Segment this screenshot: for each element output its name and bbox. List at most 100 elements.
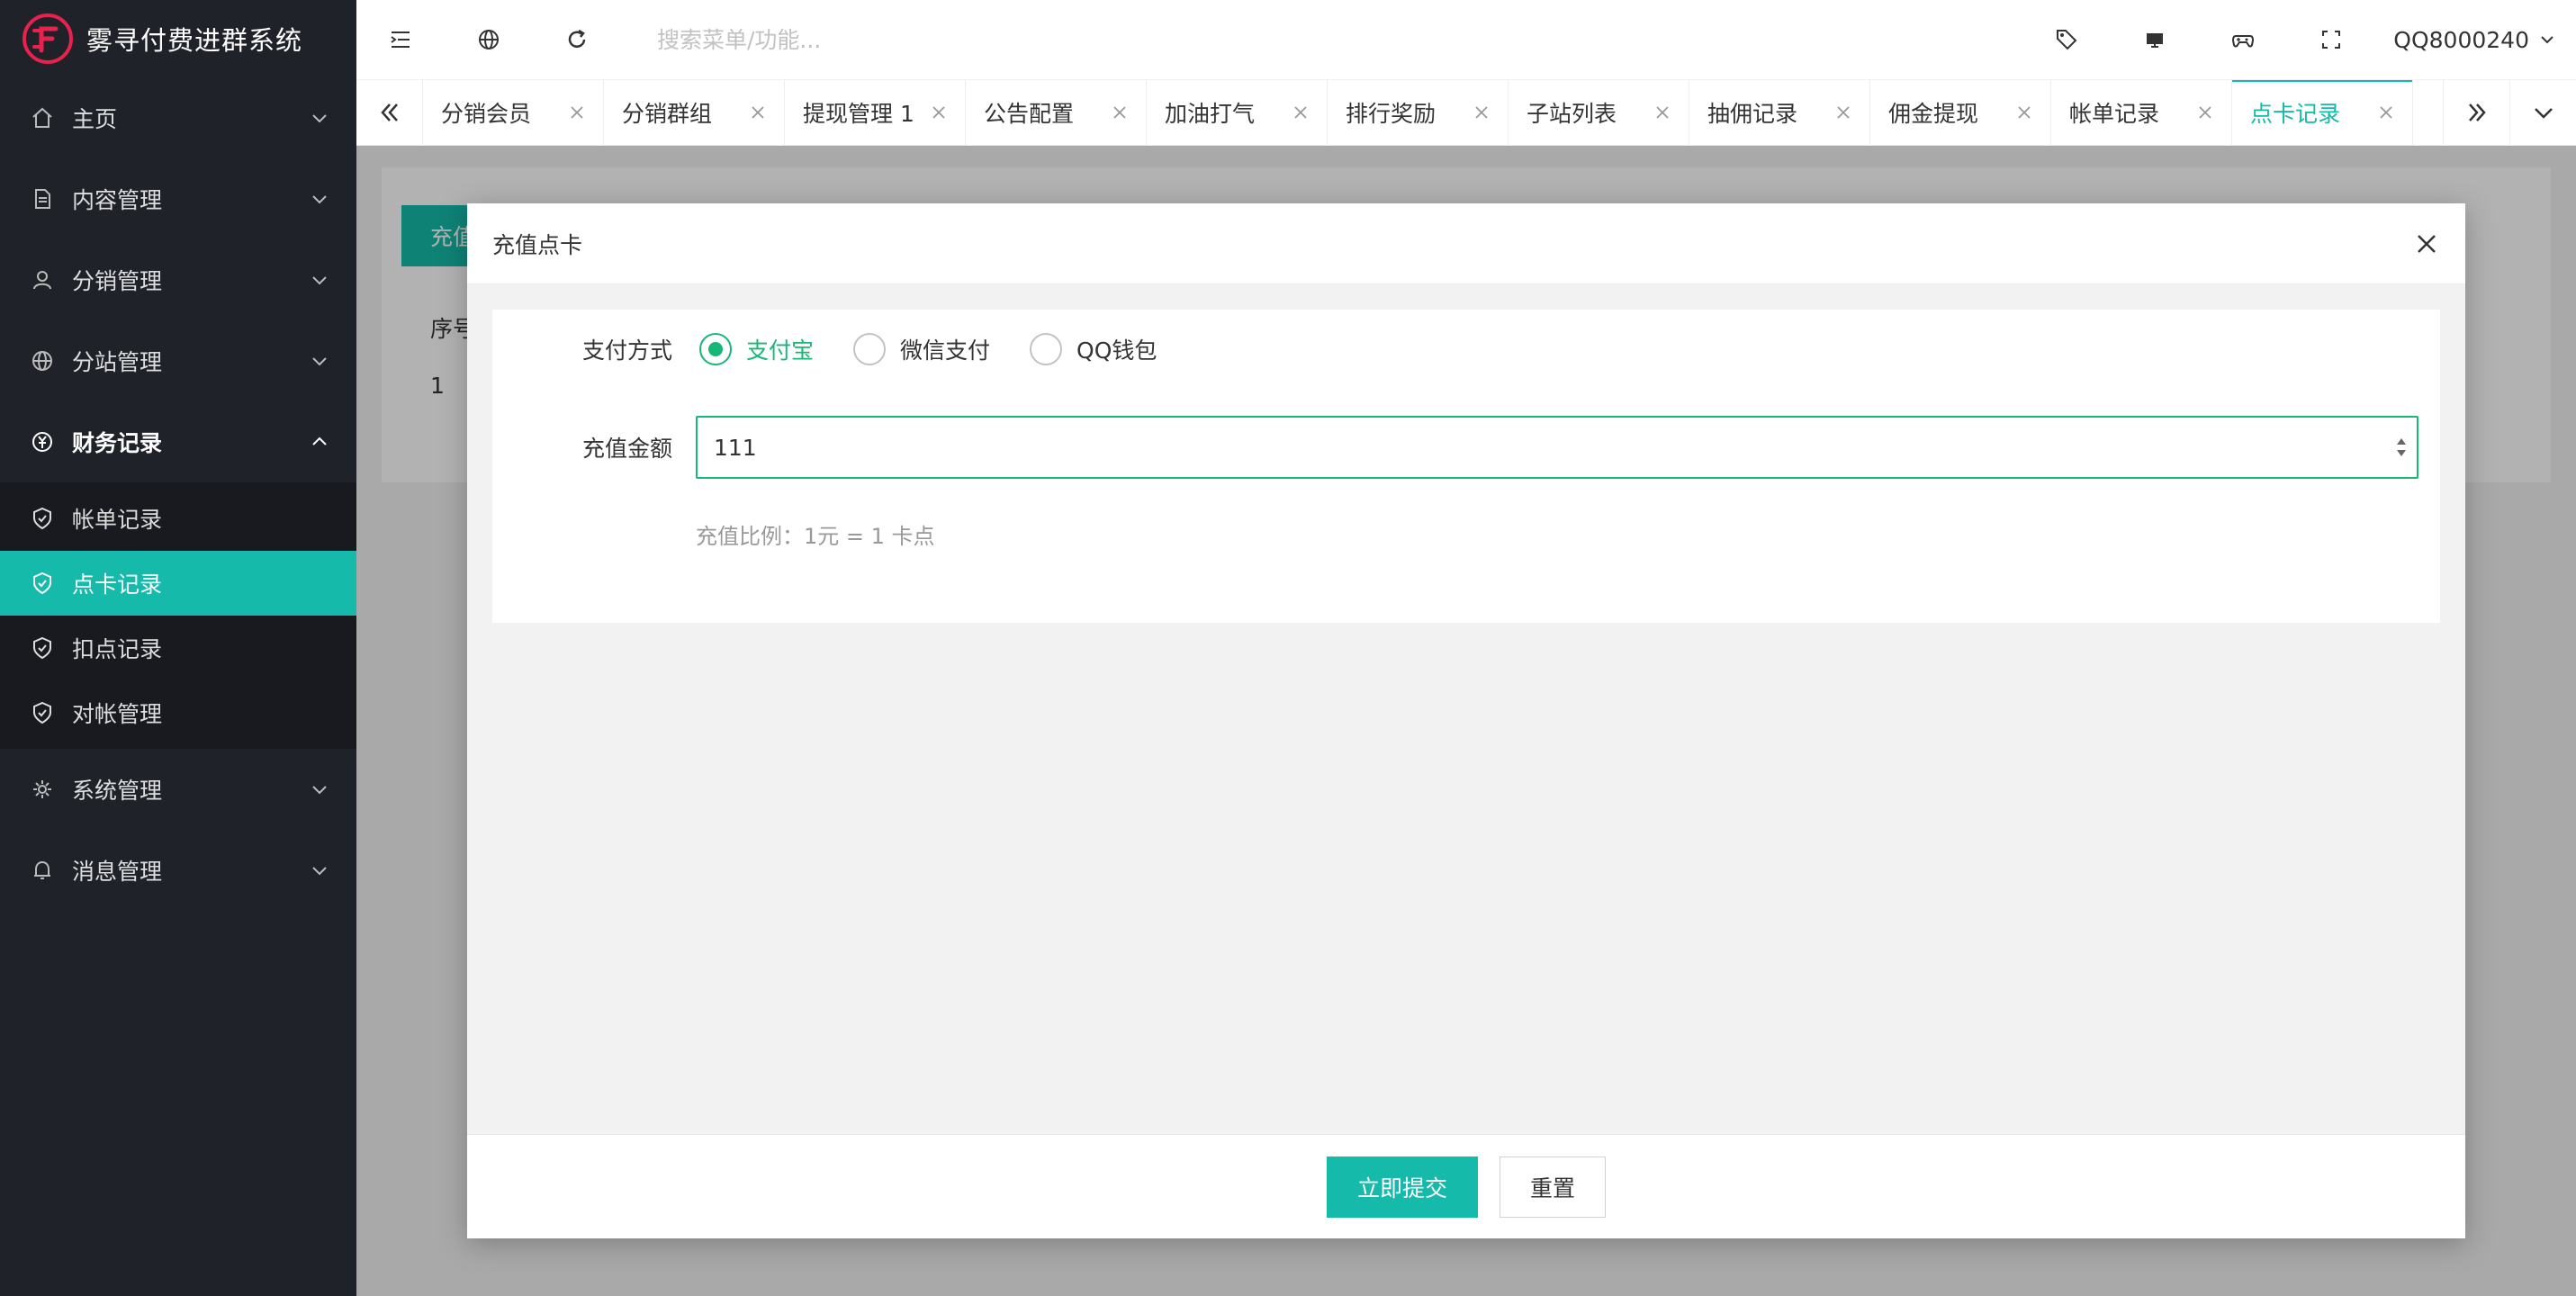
tab-item[interactable]: 抽佣记录 xyxy=(1689,80,1870,145)
sidebar-item-content[interactable]: 内容管理 xyxy=(0,158,356,239)
tabs-menu-button[interactable] xyxy=(2509,80,2576,145)
sidebar-menu: 主页 内容管理 分销管理 分站管理 财务记录 xyxy=(0,77,356,482)
tab-item[interactable]: 帐单记录 xyxy=(2051,80,2232,145)
top-header: QQ8000240 xyxy=(356,0,2576,79)
tab-item[interactable]: 点卡记录 xyxy=(2232,80,2413,145)
tab-item[interactable]: 子站列表 xyxy=(1509,80,1689,145)
tab-label: 加油打气 xyxy=(1165,101,1256,127)
message-button[interactable] xyxy=(2111,0,2199,79)
refresh-button[interactable] xyxy=(533,0,621,79)
sidebar-item-label: 内容管理 xyxy=(72,187,163,213)
close-icon[interactable] xyxy=(750,104,766,121)
tab-item[interactable]: 分销群组 xyxy=(604,80,785,145)
tag-button[interactable] xyxy=(2022,0,2111,79)
amount-field[interactable] xyxy=(696,416,2418,479)
shield-check-icon xyxy=(33,636,51,660)
tabs-scroll-right[interactable] xyxy=(2443,80,2509,145)
close-icon[interactable] xyxy=(1654,104,1671,121)
shield-check-icon xyxy=(33,701,51,724)
radio-label: 微信支付 xyxy=(900,338,991,364)
payment-option-qqwallet[interactable]: QQ钱包 xyxy=(1030,333,1157,365)
monitor-icon xyxy=(2147,33,2164,48)
tabs-scroll-left[interactable] xyxy=(356,80,423,145)
payment-row: 支付方式 支付宝 微信支付 QQ钱包 xyxy=(492,333,1196,365)
sidebar-item-messages[interactable]: 消息管理 xyxy=(0,830,356,911)
theme-button[interactable] xyxy=(2199,0,2287,79)
chevron-down-icon xyxy=(312,867,327,876)
sidebar-subitem-label: 点卡记录 xyxy=(72,572,163,598)
radio-label: 支付宝 xyxy=(746,338,815,364)
sidebar-subitem-pointcard[interactable]: 点卡记录 xyxy=(0,551,356,616)
sidebar-subitem-label: 对帐管理 xyxy=(72,701,163,727)
close-icon[interactable] xyxy=(2378,104,2394,121)
tab-item[interactable]: 提现管理 1 xyxy=(785,80,966,145)
tab-item[interactable]: 加油打气 xyxy=(1147,80,1328,145)
tab-item[interactable]: 分销会员 xyxy=(423,80,604,145)
modal-title: 充值点卡 xyxy=(492,231,583,258)
recharge-ratio-hint: 充值比例：1元 = 1 卡点 xyxy=(696,524,935,549)
close-icon[interactable] xyxy=(931,104,947,121)
yen-icon xyxy=(32,432,52,452)
close-icon[interactable] xyxy=(1293,104,1309,121)
chevron-down-icon xyxy=(312,114,327,123)
tab-label: 排行奖励 xyxy=(1346,101,1437,127)
number-spinner-icon[interactable] xyxy=(2395,434,2408,461)
tab-label: 抽佣记录 xyxy=(1707,101,1798,127)
tab-item[interactable]: 公告配置 xyxy=(966,80,1147,145)
close-icon[interactable] xyxy=(569,104,585,121)
tag-icon xyxy=(2057,30,2077,50)
recharge-form: 支付方式 支付宝 微信支付 QQ钱包 充值金额 111 充值比例：1元 = 1 … xyxy=(492,310,2440,623)
chevron-down-icon xyxy=(2541,36,2553,44)
payment-label: 支付方式 xyxy=(581,338,672,364)
radio-checked-icon xyxy=(699,333,732,365)
tab-item[interactable]: 佣金提现 xyxy=(1870,80,2051,145)
radio-unchecked-icon xyxy=(1030,333,1063,365)
sidebar-subitem-reconcile[interactable]: 对帐管理 xyxy=(0,680,356,745)
reset-button[interactable]: 重置 xyxy=(1500,1156,1606,1218)
tab-item[interactable]: 排行奖励 xyxy=(1328,80,1509,145)
close-icon[interactable] xyxy=(1112,104,1128,121)
fullscreen-button[interactable] xyxy=(2287,0,2375,79)
close-icon[interactable] xyxy=(2197,104,2213,121)
home-icon xyxy=(32,107,52,128)
bell-icon xyxy=(34,860,50,879)
sidebar-subitem-label: 扣点记录 xyxy=(72,636,163,662)
search-input[interactable] xyxy=(657,26,1197,53)
sidebar-item-distribution[interactable]: 分销管理 xyxy=(0,239,356,320)
sidebar-item-label: 分销管理 xyxy=(72,268,163,294)
amount-input[interactable] xyxy=(714,434,2334,461)
chevron-down-icon xyxy=(312,276,327,285)
payment-option-alipay[interactable]: 支付宝 xyxy=(699,333,814,365)
document-icon xyxy=(35,189,50,209)
tab-label: 分销群组 xyxy=(622,101,713,127)
sidebar-item-finance[interactable]: 财务记录 xyxy=(0,401,356,482)
user-menu[interactable]: QQ8000240 xyxy=(2375,27,2576,53)
brand[interactable]: 雾寻付费进群系统 xyxy=(0,0,356,77)
sidebar-menu-lower: 系统管理 消息管理 xyxy=(0,749,356,911)
close-icon[interactable] xyxy=(1473,104,1490,121)
submit-button[interactable]: 立即提交 xyxy=(1327,1156,1478,1218)
radio-unchecked-icon xyxy=(853,333,887,365)
close-icon[interactable] xyxy=(2016,104,2032,121)
user-icon xyxy=(33,271,51,290)
sidebar-item-label: 消息管理 xyxy=(72,859,163,885)
sidebar-subitem-bills[interactable]: 帐单记录 xyxy=(0,486,356,551)
finance-submenu: 帐单记录 点卡记录 扣点记录 对帐管理 xyxy=(0,482,356,749)
sidebar-item-label: 财务记录 xyxy=(72,430,163,456)
toggle-sidebar-button[interactable] xyxy=(356,0,445,79)
sidebar-item-home[interactable]: 主页 xyxy=(0,77,356,158)
sidebar-item-label: 系统管理 xyxy=(72,778,163,804)
username: QQ8000240 xyxy=(2393,26,2529,53)
tabs-bar: 分销会员 分销群组 提现管理 1 公告配置 加油打气 排行奖励 子站列表 抽佣记录 佣金提现 帐单… xyxy=(356,79,2576,146)
payment-option-wechat[interactable]: 微信支付 xyxy=(853,333,990,365)
sidebar-subitem-deduction[interactable]: 扣点记录 xyxy=(0,616,356,680)
tab-label: 子站列表 xyxy=(1527,101,1617,127)
close-icon[interactable] xyxy=(2413,230,2440,257)
close-icon[interactable] xyxy=(1835,104,1851,121)
modal-header: 充值点卡 xyxy=(467,203,2465,284)
amount-row: 充值金额 xyxy=(492,416,2418,479)
website-button[interactable] xyxy=(445,0,533,79)
sidebar-item-system[interactable]: 系统管理 xyxy=(0,749,356,830)
sidebar-item-substation[interactable]: 分站管理 xyxy=(0,320,356,401)
menu-fold-icon xyxy=(391,32,410,48)
